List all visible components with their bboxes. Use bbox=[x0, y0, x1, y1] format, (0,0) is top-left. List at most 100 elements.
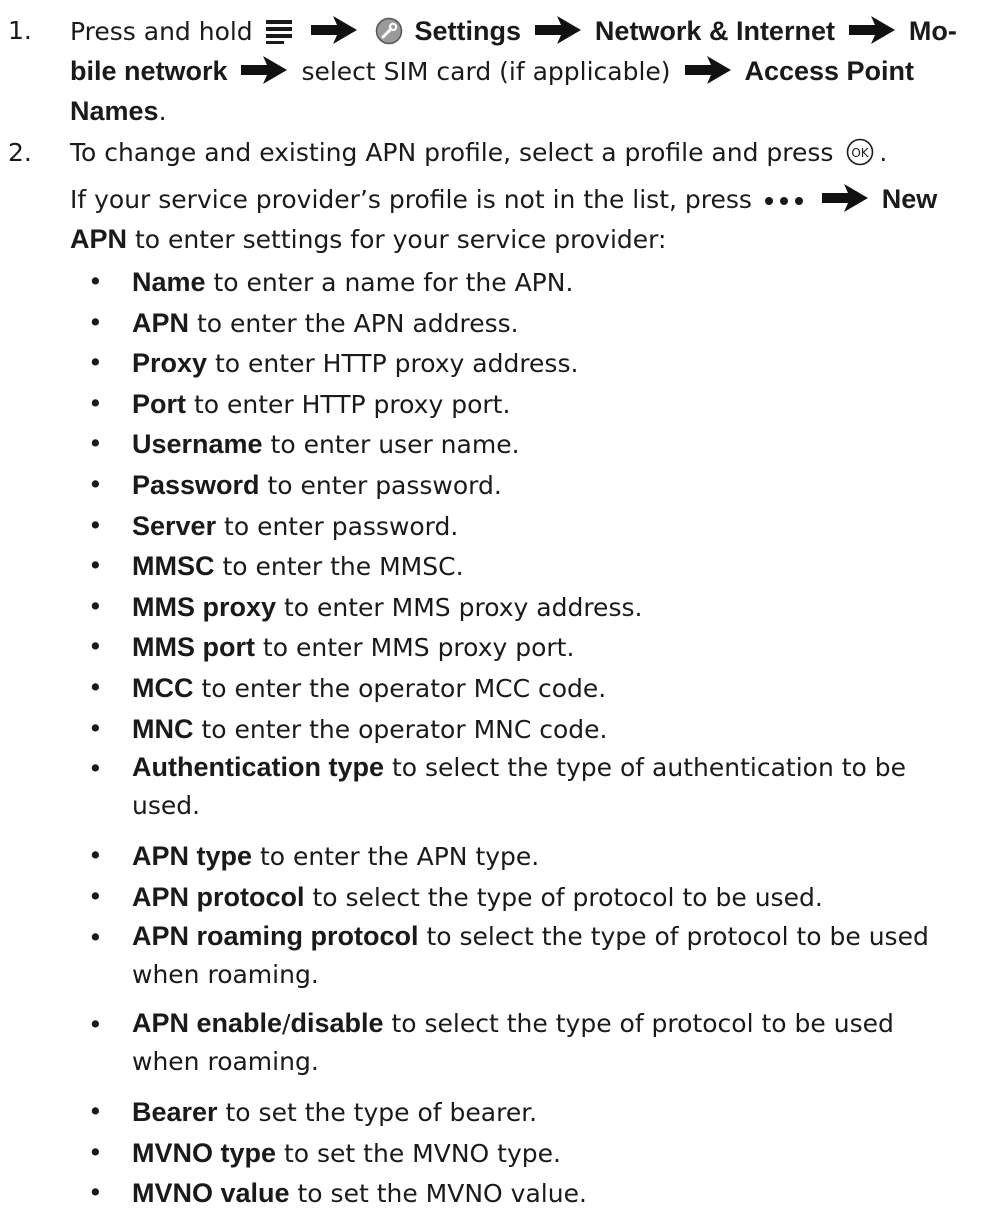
list-item-text: Bearer to set the type of bearer. bbox=[132, 1097, 537, 1128]
setting-term: APN protocol bbox=[132, 882, 305, 912]
step-text: select SIM card (if applicable) bbox=[301, 57, 671, 86]
bullet: • bbox=[88, 1178, 103, 1207]
bullet: • bbox=[88, 714, 103, 743]
menu-settings: Settings bbox=[414, 16, 522, 46]
bullet: • bbox=[88, 551, 103, 580]
setting-term: Proxy bbox=[132, 348, 208, 378]
step-number: 1. bbox=[8, 16, 32, 45]
bullet: • bbox=[88, 592, 103, 621]
setting-description: to enter HTTP proxy port. bbox=[186, 390, 511, 419]
step-text: If your service provider’s profile is no… bbox=[70, 185, 752, 214]
arrow-right-icon bbox=[534, 16, 581, 44]
bullet: • bbox=[88, 841, 103, 870]
step-period: . bbox=[158, 97, 167, 126]
list-item-text: MNC to enter the operator MNC code. bbox=[132, 714, 607, 745]
arrow-right-icon bbox=[684, 56, 731, 84]
bullet: • bbox=[88, 267, 103, 296]
setting-description: to enter the MMSC. bbox=[214, 552, 464, 581]
bullet: • bbox=[88, 1010, 103, 1039]
bullet: • bbox=[88, 923, 103, 952]
setting-term: MMS proxy bbox=[132, 592, 277, 622]
bullet: • bbox=[88, 511, 103, 540]
setting-description: to enter a name for the APN. bbox=[205, 268, 574, 297]
setting-term: Username bbox=[132, 429, 263, 459]
list-item-text: Server to enter password. bbox=[132, 511, 458, 542]
bullet: • bbox=[88, 1138, 103, 1167]
bullet: • bbox=[88, 308, 103, 337]
step-1-line-1: Press and hold Settings Network & Intern… bbox=[70, 16, 957, 47]
setting-description-cont: used. bbox=[132, 791, 201, 820]
bullet: • bbox=[88, 470, 103, 499]
bullet: • bbox=[88, 882, 103, 911]
setting-term: Server bbox=[132, 511, 217, 541]
setting-description: to enter user name. bbox=[262, 430, 520, 459]
list-item-text: APN enable/disable to select the type of… bbox=[132, 1004, 894, 1081]
setting-description: to select the type of protocol to be use… bbox=[418, 922, 929, 951]
menu-mobile-network-part1: Mo- bbox=[908, 16, 957, 46]
setting-description: to enter the APN address. bbox=[189, 309, 519, 338]
step-1-line-3: Names. bbox=[70, 96, 167, 127]
menu-new-apn-cont: APN bbox=[70, 224, 128, 254]
setting-term: APN roaming protocol bbox=[132, 921, 419, 951]
list-item-text: MMS port to enter MMS proxy port. bbox=[132, 632, 574, 663]
page: 1. Press and hold Settings Network & Int bbox=[0, 0, 994, 1208]
step-text: Press and hold bbox=[70, 17, 253, 46]
arrow-right-icon bbox=[241, 56, 288, 84]
setting-term: MMS port bbox=[132, 632, 255, 662]
list-item-text: APN to enter the APN address. bbox=[132, 308, 519, 339]
list-item-text: Username to enter user name. bbox=[132, 429, 520, 460]
setting-description: to select the type of authentication to … bbox=[384, 753, 907, 782]
arrow-right-icon bbox=[310, 16, 357, 44]
setting-term: MVNO value bbox=[132, 1178, 290, 1208]
setting-description-cont: when roaming. bbox=[132, 960, 319, 989]
setting-term: Bearer bbox=[132, 1097, 218, 1127]
list-item-text: Authentication type to select the type o… bbox=[132, 748, 906, 825]
setting-description: to enter MMS proxy address. bbox=[276, 593, 643, 622]
setting-description: to enter MMS proxy port. bbox=[254, 633, 575, 662]
bullet: • bbox=[88, 754, 103, 783]
list-item-text: Name to enter a name for the APN. bbox=[132, 267, 573, 298]
setting-term: disable bbox=[290, 1008, 384, 1038]
setting-description-cont: when roaming. bbox=[132, 1047, 319, 1076]
step-text: to enter settings for your service provi… bbox=[127, 225, 667, 254]
list-item-text: APN protocol to select the type of proto… bbox=[132, 882, 823, 913]
svg-text:OK: OK bbox=[852, 146, 870, 160]
setting-description: to set the type of bearer. bbox=[217, 1098, 538, 1127]
setting-term: MNC bbox=[132, 714, 194, 744]
settings-wrench-icon bbox=[375, 17, 402, 45]
list-item-text: Proxy to enter HTTP proxy address. bbox=[132, 348, 578, 379]
setting-description: to set the MVNO type. bbox=[276, 1139, 561, 1168]
step-1-line-2: bile network select SIM card (if applica… bbox=[70, 56, 914, 87]
setting-term: APN type bbox=[132, 841, 253, 871]
step-number: 2. bbox=[8, 138, 32, 167]
step-2-line-2: If your service provider’s profile is no… bbox=[70, 184, 937, 215]
bullet: • bbox=[88, 389, 103, 418]
list-item-text: MMS proxy to enter MMS proxy address. bbox=[132, 592, 642, 623]
menu-icon bbox=[265, 20, 292, 44]
setting-description: to set the MVNO value. bbox=[289, 1179, 587, 1208]
bullet: • bbox=[88, 632, 103, 661]
setting-term: Password bbox=[132, 470, 260, 500]
menu-new-apn: New bbox=[881, 184, 938, 214]
menu-mobile-network-part2: bile network bbox=[70, 56, 228, 86]
setting-description: to enter the operator MCC code. bbox=[193, 674, 607, 703]
setting-description: to enter the APN type. bbox=[252, 842, 540, 871]
arrow-right-icon bbox=[848, 16, 895, 44]
setting-description: to enter the operator MNC code. bbox=[193, 715, 608, 744]
setting-description: to select the type of protocol to be use… bbox=[383, 1009, 894, 1038]
setting-term: Name bbox=[132, 267, 206, 297]
more-dots-icon bbox=[764, 197, 803, 205]
setting-term: Authentication type bbox=[132, 752, 385, 782]
setting-term: MCC bbox=[132, 673, 194, 703]
setting-term: Port bbox=[132, 389, 186, 419]
bullet: • bbox=[88, 1097, 103, 1126]
setting-term: MVNO type bbox=[132, 1138, 277, 1168]
bullet: • bbox=[88, 429, 103, 458]
step-2-line-3: APN to enter settings for your service p… bbox=[70, 224, 666, 255]
list-item-text: MVNO type to set the MVNO type. bbox=[132, 1138, 561, 1169]
bullet: • bbox=[88, 348, 103, 377]
setting-description: to enter HTTP proxy address. bbox=[207, 349, 579, 378]
setting-description: to enter password. bbox=[259, 471, 502, 500]
ok-key-icon: OK bbox=[847, 138, 874, 166]
list-item-text: APN roaming protocol to select the type … bbox=[132, 917, 929, 994]
